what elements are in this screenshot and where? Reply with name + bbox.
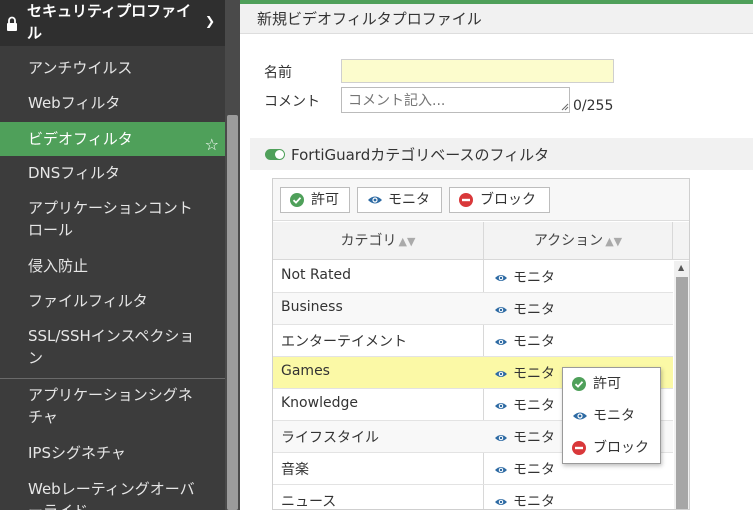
action-label: モニタ (513, 302, 555, 318)
sidebar-item-dns-filter[interactable]: DNSフィルタ (0, 162, 225, 184)
sidebar-item-label: ビデオフィルタ (28, 130, 133, 148)
column-header-category[interactable]: カテゴリ ▲▼ (273, 222, 483, 260)
sidebar-section-title: セキュリティプロファイル (27, 2, 192, 42)
action-label: モニタ (513, 270, 555, 286)
column-header-spacer (673, 222, 689, 260)
column-header-action-label: アクション (533, 233, 604, 249)
sidebar-item-web-rating-overrides[interactable]: Webレーティングオーバーライド (0, 478, 200, 510)
eye-icon (495, 467, 507, 473)
action-cell[interactable]: モニタ (493, 331, 555, 351)
lock-icon (7, 16, 17, 31)
page-title: 新規ビデオフィルタプロファイル (257, 10, 482, 28)
check-circle-icon (572, 377, 586, 391)
sidebar-scrollbar-thumb[interactable] (227, 115, 238, 510)
menu-item-monitor[interactable]: モニタ (563, 401, 660, 431)
category-cell: Knowledge (281, 395, 358, 411)
table-row[interactable]: Not Rated モニタ (273, 261, 673, 293)
block-icon (459, 193, 473, 207)
sort-icon[interactable]: ▲▼ (399, 235, 416, 248)
column-divider (672, 222, 673, 260)
category-cell: ニュース (281, 494, 337, 510)
action-label: モニタ (513, 366, 555, 382)
sidebar-item-video-filter[interactable]: ビデオフィルタ ☆ (0, 122, 225, 156)
block-button[interactable]: ブロック (449, 187, 550, 213)
comment-input[interactable] (341, 87, 570, 113)
action-cell[interactable]: モニタ (493, 427, 555, 447)
column-header-action[interactable]: アクション ▲▼ (484, 222, 672, 260)
resize-grip-icon[interactable] (561, 103, 569, 111)
chevron-down-icon[interactable]: ❯ (205, 14, 215, 28)
eye-icon (495, 371, 507, 377)
check-circle-icon (290, 193, 304, 207)
monitor-button-label: モニタ (388, 192, 430, 208)
allow-button[interactable]: 許可 (280, 187, 350, 213)
sort-icon[interactable]: ▲▼ (605, 235, 622, 248)
category-cell: Games (281, 363, 330, 379)
column-header-category-label: カテゴリ (340, 233, 397, 249)
scroll-up-icon[interactable]: ▲ (678, 263, 684, 272)
eye-icon (495, 275, 507, 281)
sidebar-item-file-filter[interactable]: ファイルフィルタ (0, 290, 225, 312)
action-cell[interactable]: モニタ (493, 267, 555, 287)
sidebar-item-application-control[interactable]: アプリケーションコントロール (0, 197, 200, 241)
section-title: FortiGuardカテゴリベースのフィルタ (291, 146, 550, 164)
sidebar-item-antivirus[interactable]: アンチウイルス (0, 57, 225, 79)
sidebar-item-ssl-ssh-inspection[interactable]: SSL/SSHインスペクション (0, 325, 200, 369)
category-cell: ライフスタイル (281, 430, 379, 446)
sidebar-item-ips-signatures[interactable]: IPSシグネチャ (0, 442, 225, 464)
monitor-button[interactable]: モニタ (357, 187, 442, 213)
menu-item-label: ブロック (593, 440, 649, 456)
table-scrollbar[interactable]: ▲ (674, 261, 689, 509)
action-cell[interactable]: モニタ (493, 491, 555, 510)
eye-icon (495, 339, 507, 345)
fortiguard-filter-toggle[interactable] (265, 149, 285, 160)
action-label: モニタ (513, 398, 555, 414)
comment-char-count: 0/255 (573, 98, 614, 114)
allow-button-label: 許可 (311, 192, 339, 208)
category-cell: Not Rated (281, 267, 351, 283)
action-label: モニタ (513, 462, 555, 478)
eye-icon (495, 307, 507, 313)
menu-item-label: モニタ (593, 408, 635, 424)
eye-icon (495, 403, 507, 409)
block-icon (572, 441, 586, 455)
action-cell[interactable]: モニタ (493, 363, 555, 383)
sidebar-item-intrusion-prevention[interactable]: 侵入防止 (0, 255, 225, 277)
category-cell: Business (281, 299, 343, 315)
menu-item-label: 許可 (593, 376, 621, 392)
action-cell[interactable]: モニタ (493, 395, 555, 415)
table-scrollbar-thumb[interactable] (676, 277, 688, 509)
category-cell: エンターテイメント (281, 334, 407, 350)
table-row[interactable]: エンターテイメント モニタ (273, 325, 673, 357)
action-dropdown-menu: 許可 モニタ ブロック (562, 367, 661, 464)
page-header: 新規ビデオフィルタプロファイル (240, 4, 753, 34)
comment-label: コメント (264, 94, 320, 110)
table-row[interactable]: ニュース モニタ (273, 485, 673, 510)
eye-icon (495, 435, 507, 441)
eye-icon (495, 499, 507, 505)
name-input[interactable] (341, 59, 614, 83)
action-cell[interactable]: モニタ (493, 299, 555, 319)
sidebar-section-security-profiles[interactable]: セキュリティプロファイル ❯ (0, 0, 225, 46)
sidebar-item-web-filter[interactable]: Webフィルタ (0, 92, 225, 114)
eye-icon (368, 196, 382, 204)
menu-item-allow[interactable]: 許可 (563, 369, 660, 399)
sidebar-item-application-signatures[interactable]: アプリケーションシグネチャ (0, 384, 200, 428)
star-icon[interactable]: ☆ (205, 128, 219, 162)
action-label: モニタ (513, 494, 555, 510)
name-label: 名前 (264, 65, 292, 81)
table-row[interactable]: Business モニタ (273, 293, 673, 325)
menu-item-block[interactable]: ブロック (563, 433, 660, 463)
action-cell[interactable]: モニタ (493, 459, 555, 479)
eye-icon (573, 412, 587, 420)
sidebar: セキュリティプロファイル ❯ アンチウイルス Webフィルタ ビデオフィルタ ☆… (0, 0, 240, 510)
block-button-label: ブロック (480, 192, 536, 208)
sidebar-divider (0, 378, 225, 379)
category-cell: 音楽 (281, 462, 309, 478)
action-label: モニタ (513, 430, 555, 446)
action-label: モニタ (513, 334, 555, 350)
table-toolbar: 許可 モニタ ブロック (273, 179, 689, 221)
